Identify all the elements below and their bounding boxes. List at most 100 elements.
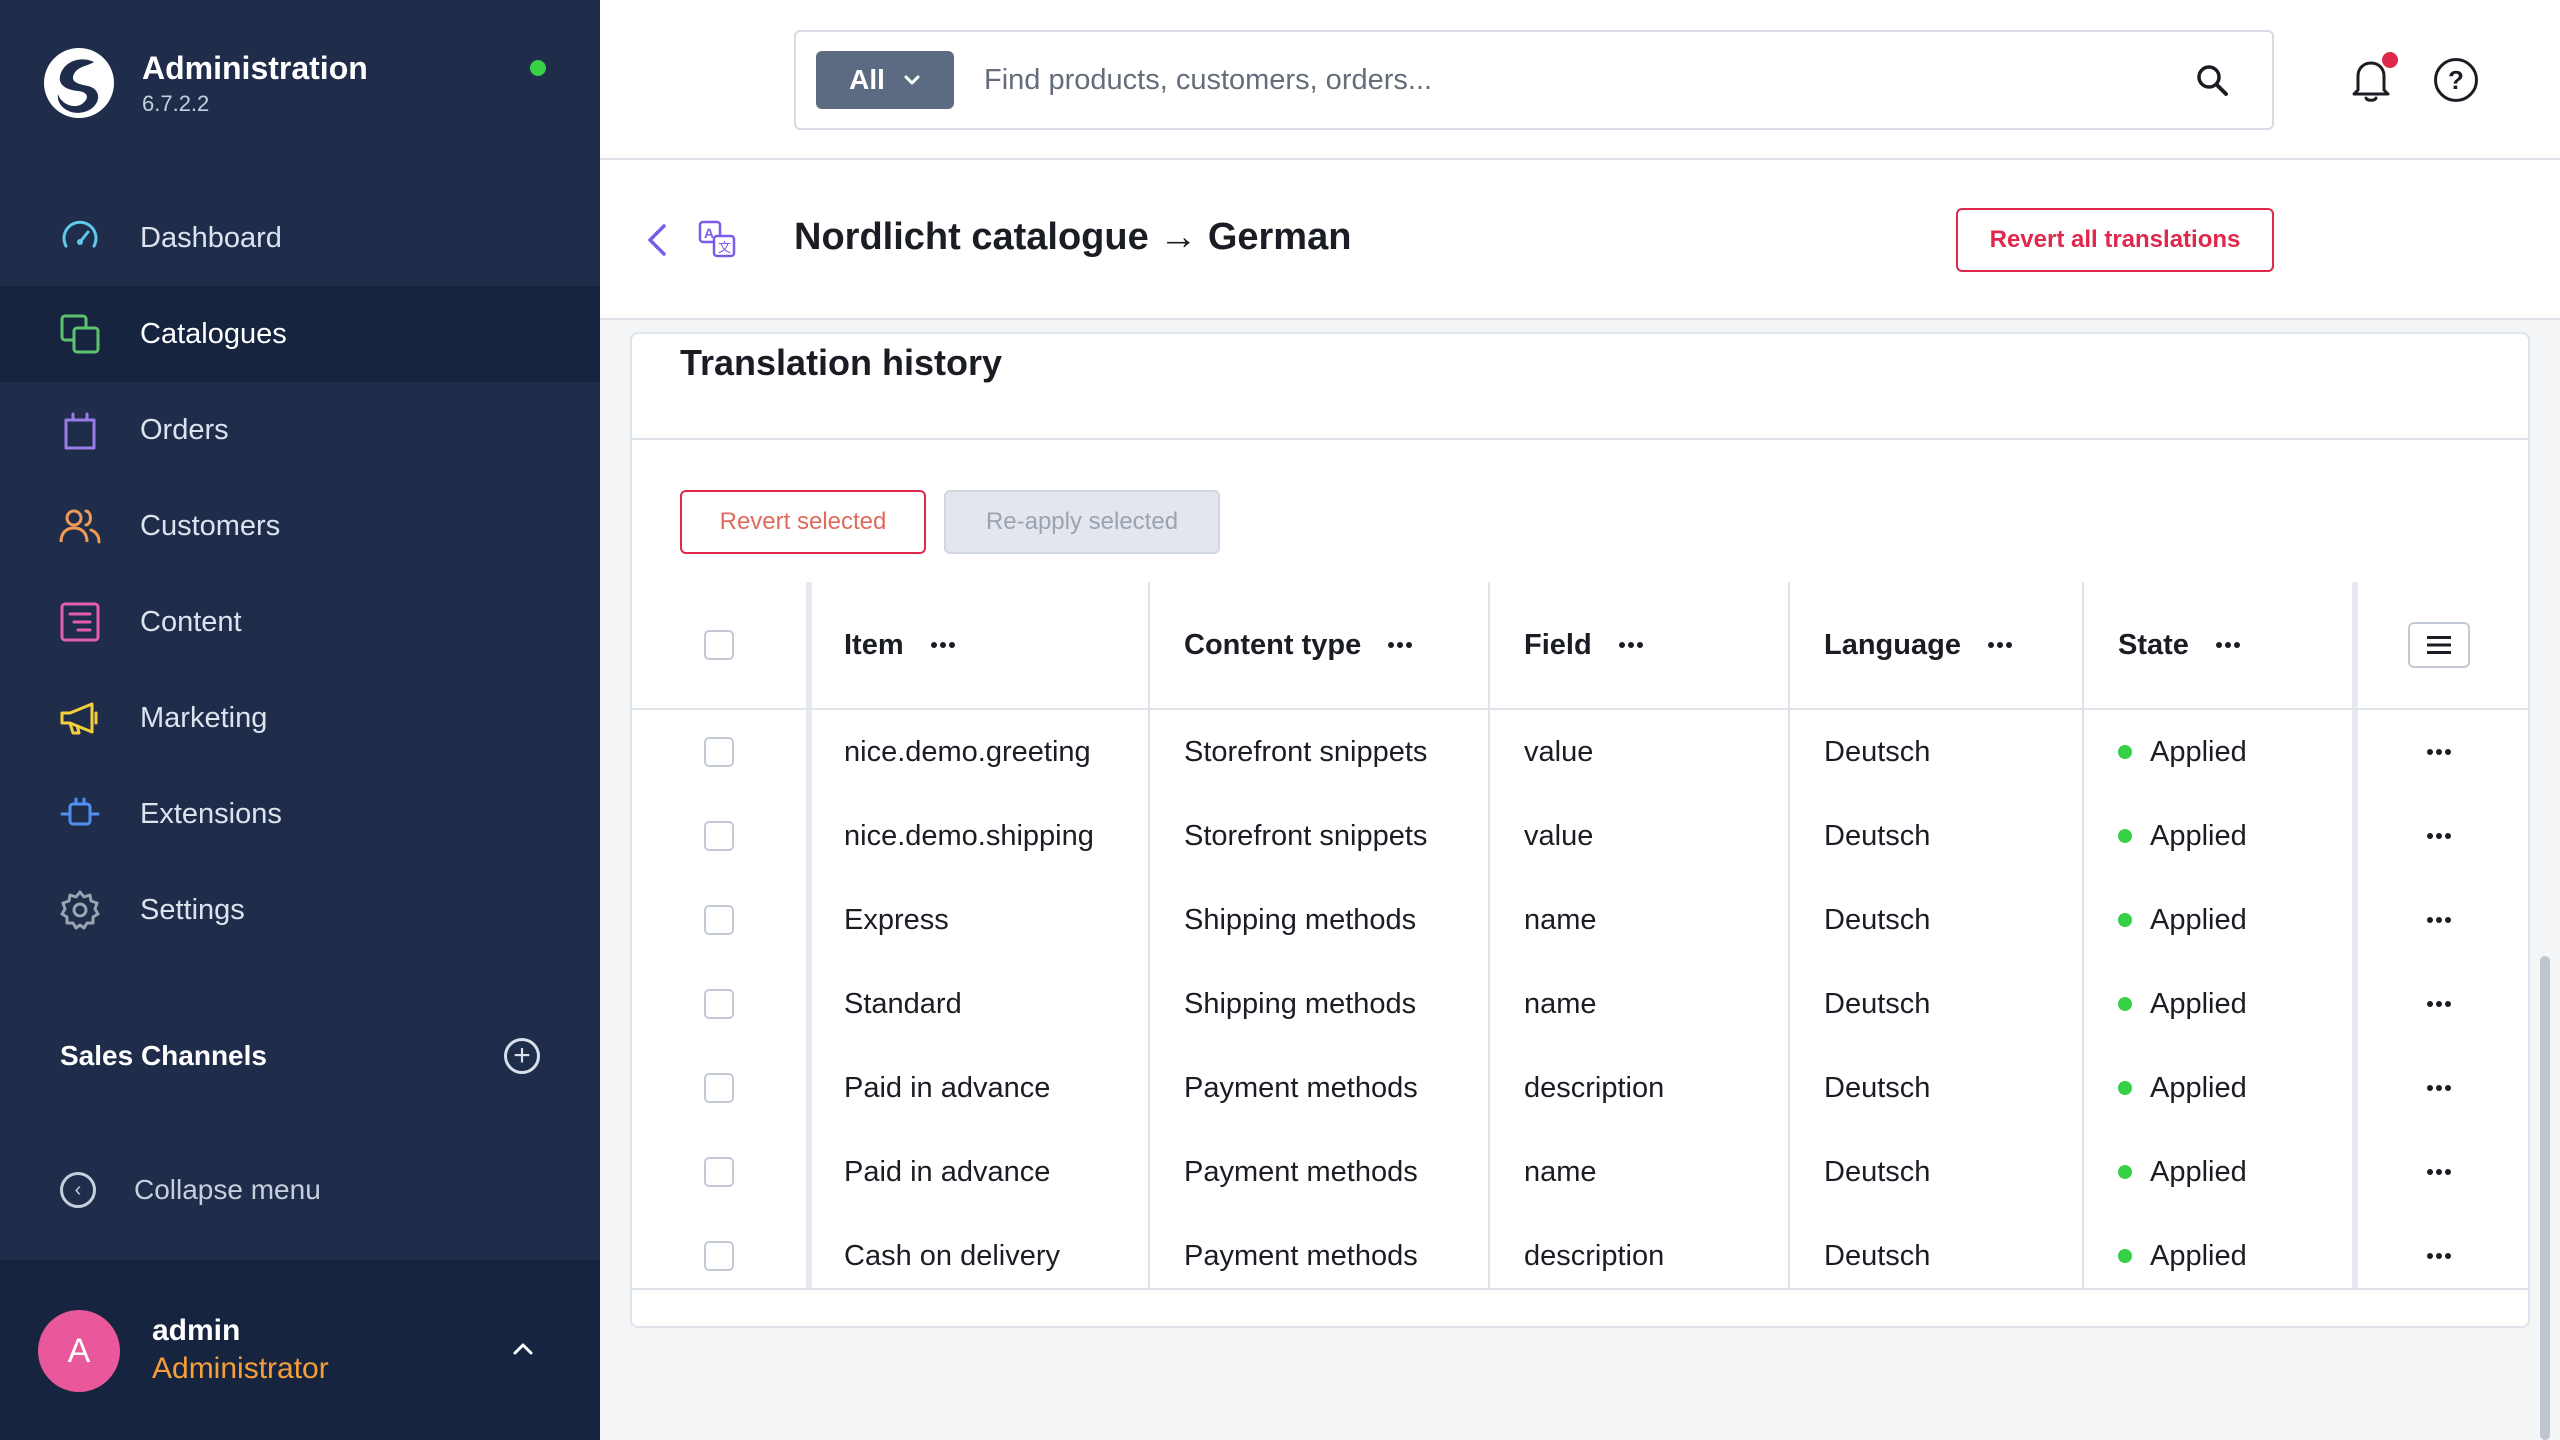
column-header-item[interactable]: Item xyxy=(844,582,956,708)
column-header-state[interactable]: State xyxy=(2118,582,2241,708)
column-options-icon[interactable] xyxy=(2215,641,2241,649)
sales-channels-header: Sales Channels + xyxy=(60,1038,540,1074)
sidebar-item-label: Customers xyxy=(140,509,281,542)
translate-icon: A 文 xyxy=(698,220,736,258)
table-row[interactable]: Cash on delivery Payment methods descripti… xyxy=(632,1214,2528,1298)
cell-content-type: Payment methods xyxy=(1184,1071,1418,1104)
column-options-icon[interactable] xyxy=(1987,641,2013,649)
cell-item: Paid in advance xyxy=(844,1155,1051,1188)
select-all-checkbox[interactable] xyxy=(704,630,734,660)
translation-history-card: Translation history Revert selected Re-a… xyxy=(630,332,2530,1328)
pagination[interactable] xyxy=(1336,1326,1392,1328)
cell-state: Applied xyxy=(2150,987,2247,1020)
search-icon[interactable] xyxy=(2194,62,2230,98)
brand[interactable]: Administration 6.7.2.2 xyxy=(42,46,368,120)
avatar: A xyxy=(38,1310,120,1392)
status-dot xyxy=(2118,913,2132,927)
status-indicator xyxy=(530,60,546,76)
row-checkbox[interactable] xyxy=(704,989,734,1019)
column-header-field[interactable]: Field xyxy=(1524,582,1644,708)
table-row[interactable]: Standard Shipping methods name Deutsch Appli… xyxy=(632,962,2528,1046)
user-menu[interactable]: A admin Administrator xyxy=(0,1260,600,1440)
cell-field: description xyxy=(1524,1071,1665,1104)
column-settings-button[interactable] xyxy=(2408,622,2470,668)
revert-selected-button[interactable]: Revert selected xyxy=(680,490,926,554)
cell-language: Deutsch xyxy=(1824,903,1931,936)
column-options-icon[interactable] xyxy=(1387,641,1413,649)
sidebar-item-content[interactable]: Content xyxy=(0,574,600,670)
shopware-logo-icon xyxy=(44,48,114,118)
cell-language: Deutsch xyxy=(1824,987,1931,1020)
table-row[interactable]: Paid in advance Payment methods descriptio… xyxy=(632,1046,2528,1130)
cell-item: Paid in advance xyxy=(844,1071,1051,1104)
help-icon[interactable]: ? xyxy=(2434,58,2478,102)
column-header-content-type[interactable]: Content type xyxy=(1184,582,1413,708)
row-actions-icon[interactable] xyxy=(2426,1000,2452,1008)
sidebar-item-orders[interactable]: Orders xyxy=(0,382,600,478)
sidebar-item-settings[interactable]: Settings xyxy=(0,862,600,958)
search-input[interactable] xyxy=(984,63,2194,97)
column-header-language[interactable]: Language xyxy=(1824,582,2013,708)
catalogues-icon xyxy=(58,312,102,356)
chevron-left-icon[interactable] xyxy=(644,222,672,258)
row-actions-icon[interactable] xyxy=(2426,832,2452,840)
row-checkbox[interactable] xyxy=(704,1157,734,1187)
card-title: Translation history xyxy=(680,342,1003,383)
sidebar-item-dashboard[interactable]: Dashboard xyxy=(0,190,600,286)
cell-state: Applied xyxy=(2150,1239,2247,1272)
divider xyxy=(632,1288,2528,1290)
row-actions-icon[interactable] xyxy=(2426,916,2452,924)
brand-version: 6.7.2.2 xyxy=(142,90,210,116)
sidebar-item-label: Orders xyxy=(140,413,229,446)
cell-content-type: Payment methods xyxy=(1184,1155,1418,1188)
row-checkbox[interactable] xyxy=(704,821,734,851)
main-navigation: Dashboard Catalogues Orders Customers Conten… xyxy=(0,190,600,958)
table-row[interactable]: Paid in advance Payment methods name Deutsc… xyxy=(632,1130,2528,1214)
cell-language: Deutsch xyxy=(1824,1239,1931,1272)
revert-all-translations-button[interactable]: Revert all translations xyxy=(1956,208,2274,272)
row-checkbox[interactable] xyxy=(704,737,734,767)
cell-content-type: Shipping methods xyxy=(1184,987,1417,1020)
table-row[interactable]: nice.demo.greeting Storefront snippets val… xyxy=(632,710,2528,794)
top-bar: All ? xyxy=(600,0,2560,160)
status-dot xyxy=(2118,1249,2132,1263)
row-actions-icon[interactable] xyxy=(2426,1252,2452,1260)
sidebar: Administration 6.7.2.2 Dashboard Catalogu… xyxy=(0,0,600,1440)
column-options-icon[interactable] xyxy=(930,641,956,649)
sidebar-item-extensions[interactable]: Extensions xyxy=(0,766,600,862)
cell-state: Applied xyxy=(2150,903,2247,936)
add-sales-channel-icon[interactable]: + xyxy=(504,1038,540,1074)
menu-lines-icon xyxy=(2427,636,2451,654)
collapse-menu-label: Collapse menu xyxy=(134,1174,321,1205)
svg-text:文: 文 xyxy=(718,241,731,256)
table-row[interactable]: nice.demo.shipping Storefront snippets val… xyxy=(632,794,2528,878)
cell-field: name xyxy=(1524,903,1597,936)
reapply-selected-button[interactable]: Re-apply selected xyxy=(944,490,1220,554)
collapse-menu-button[interactable]: ‹ Collapse menu xyxy=(60,1172,321,1208)
sidebar-item-catalogues[interactable]: Catalogues xyxy=(0,286,600,382)
cell-field: name xyxy=(1524,1155,1597,1188)
cell-field: value xyxy=(1524,735,1594,768)
table-row[interactable]: Express Shipping methods name Deutsch Applie… xyxy=(632,878,2528,962)
cell-item: nice.demo.greeting xyxy=(844,735,1091,768)
row-actions-icon[interactable] xyxy=(2426,1084,2452,1092)
page-scrollbar[interactable] xyxy=(2540,956,2550,1440)
sidebar-item-label: Marketing xyxy=(140,701,268,734)
column-options-icon[interactable] xyxy=(1618,641,1644,649)
row-checkbox[interactable] xyxy=(704,1241,734,1271)
row-checkbox[interactable] xyxy=(704,905,734,935)
user-role: Administrator xyxy=(152,1352,329,1385)
cell-field: value xyxy=(1524,819,1594,852)
global-search: All xyxy=(794,30,2274,130)
row-actions-icon[interactable] xyxy=(2426,1168,2452,1176)
search-type-select[interactable]: All xyxy=(816,51,954,109)
row-actions-icon[interactable] xyxy=(2426,748,2452,756)
cell-state: Applied xyxy=(2150,1071,2247,1104)
sidebar-item-marketing[interactable]: Marketing xyxy=(0,670,600,766)
row-checkbox[interactable] xyxy=(704,1073,734,1103)
chevron-up-icon[interactable] xyxy=(510,1336,536,1362)
cell-field: description xyxy=(1524,1239,1665,1272)
sidebar-item-label: Settings xyxy=(140,893,245,926)
sidebar-item-customers[interactable]: Customers xyxy=(0,478,600,574)
cell-content-type: Payment methods xyxy=(1184,1239,1418,1272)
